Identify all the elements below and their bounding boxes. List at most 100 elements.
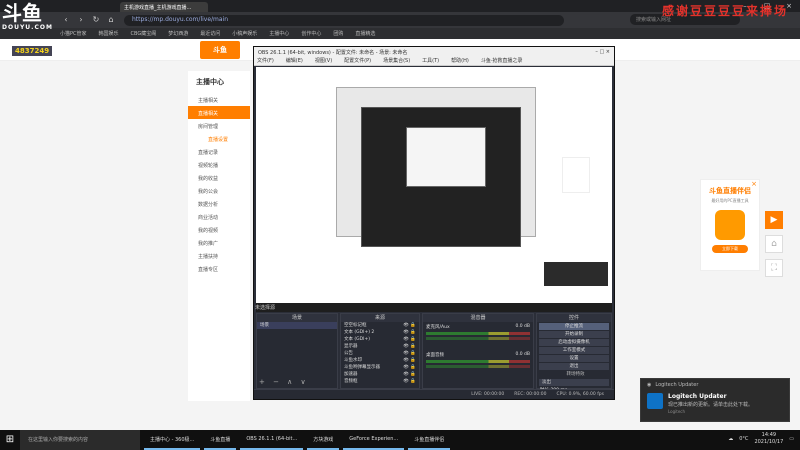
source-item[interactable]: 斗鱼哟弹幕显示器 👁 🔒: [341, 364, 419, 371]
bookmark-item[interactable]: 创作中心: [301, 30, 321, 37]
toast-title: Logitech Updater: [668, 393, 727, 400]
notification-center-icon[interactable]: ▭: [789, 436, 794, 442]
start-recording-button[interactable]: 开始录制: [539, 331, 609, 338]
toast-notification[interactable]: ◉ Logitech Updater Logitech Updater 现已推出…: [640, 378, 790, 422]
back-icon[interactable]: ‹: [60, 14, 72, 26]
obs-menu-item[interactable]: 帮助(H): [451, 57, 469, 65]
source-item[interactable]: 加速器 👁 🔒: [341, 371, 419, 378]
ad-close-icon[interactable]: ×: [751, 180, 757, 188]
sidebar-item[interactable]: 我的推广: [188, 236, 250, 249]
bookmark-item[interactable]: 小稿声娱乐: [232, 30, 257, 37]
obs-menu-item[interactable]: 工具(T): [422, 57, 439, 65]
home-icon[interactable]: ⌂: [765, 235, 783, 253]
scene-item[interactable]: 场景: [257, 322, 337, 329]
sidebar-item[interactable]: 数据分析: [188, 197, 250, 210]
studio-mode-button[interactable]: 工作室模式: [539, 347, 609, 354]
reload-icon[interactable]: ↻: [90, 14, 102, 26]
taskbar-app[interactable]: 斗鱼直播伴侣: [408, 430, 451, 450]
taskbar-app[interactable]: OBS 26.1.1 (64-bit...: [240, 430, 304, 450]
windows-start-icon[interactable]: ⊞: [0, 430, 20, 450]
toast-message: 现已推出新的更新。请单击此处下载。: [668, 402, 754, 408]
sidebar-item[interactable]: 主播相关: [188, 93, 250, 106]
forward-icon[interactable]: ›: [75, 14, 87, 26]
source-item[interactable]: 音频框 👁 🔒: [341, 378, 419, 385]
logo-glyph: 斗鱼: [2, 1, 42, 25]
obs-menu-item[interactable]: 配置文件(P): [344, 57, 371, 65]
home-icon[interactable]: ⌂: [105, 14, 117, 26]
windows-taskbar: ⊞ 在这里输入你要搜索的内容 主播中心 - 360极... 斗鱼直播 OBS 2…: [0, 430, 800, 450]
transitions-header: 转场特效: [566, 372, 585, 377]
taskbar-app[interactable]: GeForce Experien...: [343, 430, 405, 450]
address-bar[interactable]: https://mp.douyu.com/live/main: [124, 14, 564, 26]
bookmark-item[interactable]: 主播中心: [269, 30, 289, 37]
bookmark-item[interactable]: 最近访问: [200, 30, 220, 37]
rec-timer: REC: 00:00:00: [514, 392, 547, 397]
source-item[interactable]: 公告 👁 🔒: [341, 350, 419, 357]
bookmarks-bar: 小猫PC管家 韩国娱乐 CBG藏宝阁 梦幻西游 最近访问 小稿声娱乐 主播中心 …: [0, 28, 800, 39]
bookmark-item[interactable]: 团购: [333, 30, 343, 37]
controls-dock: 控件 停止推流 开始录制 启动虚拟摄像机 工作室模式 设置 退出 转场特效 淡出…: [536, 313, 612, 393]
obs-menubar: 文件(F) 编辑(E) 视图(V) 配置文件(P) 场景集合(S) 工具(T) …: [254, 57, 614, 66]
transition-select[interactable]: 淡出: [539, 379, 609, 386]
obs-menu-item[interactable]: 文件(F): [257, 57, 274, 65]
sidebar-item[interactable]: 商业活动: [188, 210, 250, 223]
sources-dock: 来源 空空标记框 👁 🔒 文本 (GDI+) 2 👁 🔒 文本 (GDI+) 👁 🔒 …: [340, 313, 420, 389]
live-timer: LIVE: 00:00:00: [471, 392, 505, 397]
virtual-camera-button[interactable]: 启动虚拟摄像机: [539, 339, 609, 346]
scene-controls[interactable]: + − ∧ ∨: [259, 378, 309, 386]
sidebar-subitem[interactable]: 直播记录: [188, 145, 250, 158]
stop-streaming-button[interactable]: 停止推流: [539, 323, 609, 330]
site-sidebar: 主播中心 主播相关 直播相关 房间管理 直播设置 直播记录 视频轮播 我的收益 …: [188, 71, 250, 401]
preview-nested-page: [406, 127, 486, 187]
source-item[interactable]: 文本 (GDI+) 👁 🔒: [341, 336, 419, 343]
obs-preview[interactable]: [256, 67, 612, 312]
bookmark-item[interactable]: 韩国娱乐: [99, 30, 119, 37]
mixer-channel[interactable]: 桌面音频 0.0 dB: [423, 350, 533, 370]
expand-icon[interactable]: ⛶: [765, 259, 783, 277]
sidebar-item[interactable]: 我的公会: [188, 184, 250, 197]
source-item[interactable]: 显示器 👁 🔒: [341, 343, 419, 350]
obs-statusbar: LIVE: 00:00:00 REC: 00:00:00 CPU: 0.9%, …: [254, 389, 614, 399]
taskbar-app[interactable]: 斗鱼直播: [204, 430, 237, 450]
source-item[interactable]: 斗鱼水印 👁 🔒: [341, 357, 419, 364]
sidebar-subitem[interactable]: 房间管理: [188, 119, 250, 132]
obs-menu-item[interactable]: 编辑(E): [286, 57, 303, 65]
cpu-fps: CPU: 0.9%, 60.00 fps: [556, 392, 605, 397]
bookmark-item[interactable]: 小猫PC管家: [60, 30, 87, 37]
exit-button[interactable]: 退出: [539, 363, 609, 370]
source-item[interactable]: 文本 (GDI+) 2 👁 🔒: [341, 329, 419, 336]
controls-header: 控件: [537, 314, 611, 322]
sidebar-item[interactable]: 直播专区: [188, 262, 250, 275]
volume-meter: [426, 360, 530, 363]
scenes-dock: 未选择源 场景 场景 + − ∧ ∨: [255, 305, 338, 389]
obs-menu-item[interactable]: 斗鱼·抢救直播之录: [481, 57, 523, 65]
settings-button[interactable]: 设置: [539, 355, 609, 362]
douyu-logo[interactable]: 斗鱼: [200, 41, 240, 59]
sidebar-item[interactable]: 主播扶持: [188, 249, 250, 262]
obs-menu-item[interactable]: 场景集合(S): [383, 57, 410, 65]
download-ad[interactable]: × 斗鱼直播伴侣 最好用的PC直播工具 立即下载: [700, 179, 760, 271]
sidebar-item-active[interactable]: 直播相关: [188, 106, 250, 119]
taskbar-search[interactable]: 在这里输入你要搜索的内容: [20, 430, 140, 450]
clock[interactable]: 14:49 2021/10/17: [754, 432, 783, 446]
preview-taskbar: [256, 303, 612, 312]
toast-header: ◉ Logitech Updater: [647, 382, 699, 388]
obs-menu-item[interactable]: 视图(V): [315, 57, 332, 65]
taskbar-app[interactable]: 主播中心 - 360极...: [144, 430, 201, 450]
obs-window-controls[interactable]: – □ ×: [595, 49, 610, 55]
source-item[interactable]: 空空标记框 👁 🔒: [341, 322, 419, 329]
play-icon[interactable]: ▶: [765, 211, 783, 229]
mixer-channel[interactable]: 麦克风/Aux 0.0 dB: [423, 322, 533, 342]
app-icon: [715, 210, 745, 240]
bookmark-item[interactable]: 梦幻西游: [168, 30, 188, 37]
taskbar-app[interactable]: 方块游戏: [307, 430, 340, 450]
bookmark-item[interactable]: 直播精选: [355, 30, 375, 37]
sidebar-item[interactable]: 我的视频: [188, 223, 250, 236]
sidebar-subitem-active[interactable]: 直播设置: [188, 132, 250, 145]
bookmark-item[interactable]: CBG藏宝阁: [131, 30, 157, 37]
browser-tab[interactable]: 主机游戏直播_主机游戏直播...: [120, 2, 208, 12]
download-button[interactable]: 立即下载: [712, 245, 748, 253]
weather-icon[interactable]: ☁: [728, 436, 733, 442]
sidebar-item[interactable]: 我的收益: [188, 171, 250, 184]
sidebar-item[interactable]: 视频轮播: [188, 158, 250, 171]
